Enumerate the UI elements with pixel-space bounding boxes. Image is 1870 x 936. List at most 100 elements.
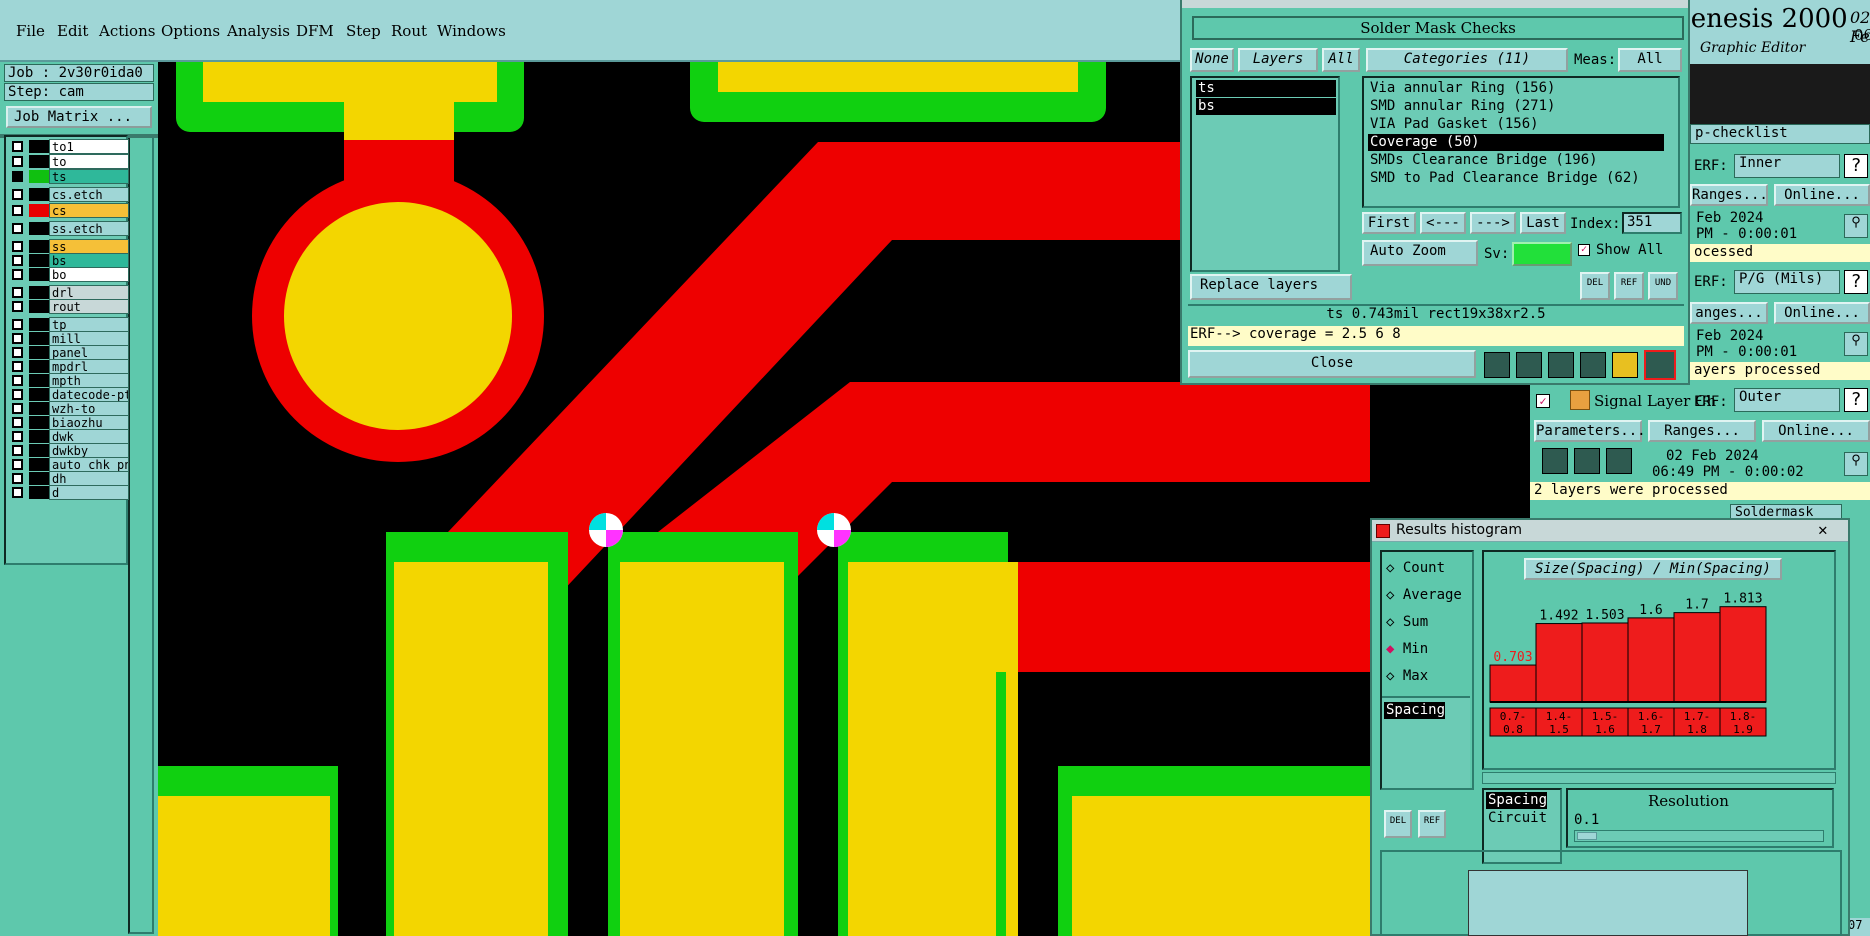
menu-dfm[interactable]: DFM (296, 22, 334, 40)
ref-button[interactable]: REF (1614, 272, 1644, 300)
list2-spacing[interactable]: Spacing (1486, 792, 1548, 809)
menu-file[interactable]: File (16, 22, 45, 40)
category-item[interactable]: SMD annular Ring (271) (1368, 98, 1555, 115)
histogram-icon[interactable] (1644, 350, 1676, 380)
hist-bar[interactable] (1673, 612, 1721, 703)
layer-color-swatch[interactable] (29, 360, 49, 373)
layer-name[interactable]: wzh-to (49, 401, 129, 416)
layer-name[interactable]: to (49, 154, 129, 169)
hist-bar[interactable] (1489, 664, 1537, 703)
layer-color-swatch[interactable] (29, 240, 49, 253)
layer-row-tp[interactable]: tp (9, 317, 129, 332)
layer-color-swatch[interactable] (29, 388, 49, 401)
layer-checkbox[interactable] (12, 255, 23, 266)
left-panel-scrollbar[interactable] (128, 134, 154, 934)
layer-checkbox[interactable] (12, 473, 23, 484)
measure-list[interactable]: Spacing (1382, 696, 1470, 788)
layer-row-cs[interactable]: cs (9, 203, 129, 218)
undo-button[interactable]: UND (1648, 272, 1678, 300)
layer-checkbox[interactable] (12, 287, 23, 298)
layer-color-swatch[interactable] (29, 222, 49, 235)
row2-zoom-icon[interactable]: ⚲ (1844, 332, 1868, 356)
layer-row-bo[interactable]: bo (9, 267, 129, 282)
layer-color-swatch[interactable] (29, 346, 49, 359)
run-icon[interactable] (1542, 448, 1568, 474)
hist-bar[interactable] (1627, 617, 1675, 703)
job-matrix-button[interactable]: Job Matrix ... (6, 106, 152, 128)
layer-name[interactable]: dh (49, 471, 129, 486)
all-button[interactable]: All (1322, 48, 1360, 72)
row2-help-icon[interactable]: ? (1844, 270, 1868, 294)
layer-checkbox[interactable] (12, 301, 23, 312)
row1-help-icon[interactable]: ? (1844, 154, 1868, 178)
replace-layers-button[interactable]: Replace layers (1190, 274, 1352, 300)
layer-name[interactable]: bo (49, 267, 129, 282)
compare-icon[interactable] (1580, 352, 1606, 378)
layer-row-drl[interactable]: drl (9, 285, 129, 300)
layer-checkbox[interactable] (12, 241, 23, 252)
del-button[interactable]: DEL (1580, 272, 1610, 300)
layer-row-ss[interactable]: ss (9, 239, 129, 254)
layer-checkbox[interactable] (12, 389, 23, 400)
menu-rout[interactable]: Rout (391, 22, 427, 40)
layer-name[interactable]: mpdrl (49, 359, 129, 374)
layer-color-swatch[interactable] (29, 430, 49, 443)
layer-color-swatch[interactable] (29, 486, 49, 499)
slider-thumb[interactable] (1577, 832, 1597, 840)
layer-color-swatch[interactable] (29, 254, 49, 267)
layer-row-mpdrl[interactable]: mpdrl (9, 359, 129, 374)
layer-name[interactable]: rout (49, 299, 129, 314)
layer-row-d[interactable]: d (9, 485, 129, 500)
row1-online-button[interactable]: Online... (1774, 184, 1870, 206)
layer-row-bs[interactable]: bs (9, 253, 129, 268)
layer-name[interactable]: biaozhu (49, 415, 129, 430)
layer-name[interactable]: ss (49, 239, 129, 254)
next-button[interactable]: ---> (1470, 212, 1516, 234)
layer-checkbox[interactable] (12, 333, 23, 344)
layer-name[interactable]: tp (49, 317, 129, 332)
categories-button[interactable]: Categories (11) (1366, 48, 1568, 72)
layer-checkbox[interactable] (12, 141, 23, 152)
close-button[interactable]: Close (1188, 350, 1476, 378)
list2-circuit[interactable]: Circuit (1486, 810, 1547, 827)
layer-checkbox[interactable] (12, 403, 23, 414)
layer-color-swatch[interactable] (29, 318, 49, 331)
row3-online-button[interactable]: Online... (1762, 420, 1870, 442)
measure-spacing[interactable]: Spacing (1384, 702, 1446, 719)
layer-row-dwk[interactable]: dwk (9, 429, 129, 444)
layer-color-swatch[interactable] (29, 188, 49, 201)
report-icon[interactable] (1612, 352, 1638, 378)
layer-color-swatch[interactable] (29, 155, 49, 168)
layer-color-swatch[interactable] (29, 458, 49, 471)
menu-step[interactable]: Step (346, 22, 381, 40)
row3-parameters-button[interactable]: Parameters... (1534, 420, 1646, 442)
layer-row-mill[interactable]: mill (9, 331, 129, 346)
mode-average[interactable]: ◇ Average (1386, 587, 1462, 603)
layer-checkbox[interactable] (12, 361, 23, 372)
layer-name[interactable]: drl (49, 285, 129, 300)
layer-row-datecode-ptc[interactable]: datecode-ptc (9, 387, 129, 402)
layer-checkbox[interactable] (12, 375, 23, 386)
layer-row-panel[interactable]: panel (9, 345, 129, 360)
first-button[interactable]: First (1362, 212, 1416, 234)
layer-checkbox[interactable] (12, 223, 23, 234)
row3-ranges-button[interactable]: Ranges... (1648, 420, 1756, 442)
layer-color-swatch[interactable] (29, 170, 49, 183)
layer-checkbox[interactable] (12, 171, 23, 182)
hist-bar[interactable] (1581, 622, 1629, 703)
erf-icon[interactable] (1548, 352, 1574, 378)
hist-del-button[interactable]: DEL (1384, 810, 1412, 838)
prev-button[interactable]: <--- (1420, 212, 1466, 234)
category-item[interactable]: VIA Pad Gasket (156) (1368, 116, 1539, 133)
layer-checkbox[interactable] (12, 445, 23, 456)
mark-icon[interactable] (1516, 352, 1542, 378)
row1-erf-value[interactable]: Inner (1734, 154, 1840, 178)
layer-checkbox[interactable] (12, 487, 23, 498)
layer-name[interactable]: bs (49, 253, 129, 268)
layer-name[interactable]: auto_chk_pni (49, 457, 129, 472)
menu-analysis[interactable]: Analysis (227, 22, 290, 40)
layer-name[interactable]: d (49, 485, 129, 500)
layer-color-swatch[interactable] (29, 402, 49, 415)
layer-checkbox[interactable] (12, 205, 23, 216)
layer-color-swatch[interactable] (29, 268, 49, 281)
